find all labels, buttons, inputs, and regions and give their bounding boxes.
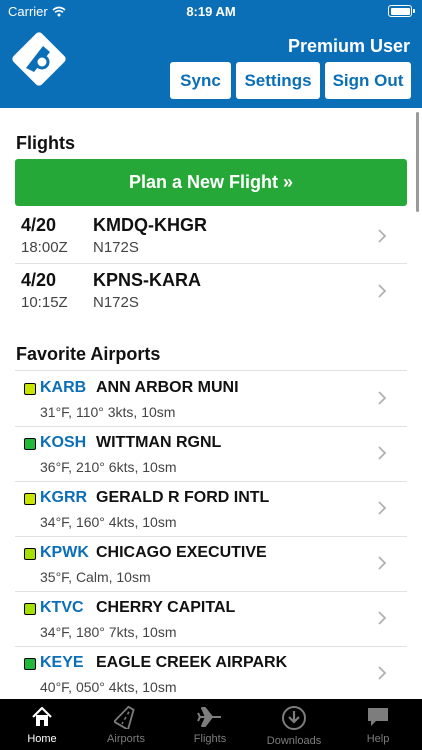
- airport-weather: 36°F, 210° 6kts, 10sm: [40, 459, 177, 475]
- airport-row[interactable]: KARB ANN ARBOR MUNI 31°F, 110° 3kts, 10s…: [15, 371, 407, 426]
- tab-label: Home: [27, 733, 57, 745]
- airport-code: KEYE: [40, 654, 84, 671]
- airport-row[interactable]: KPWK CHICAGO EXECUTIVE 35°F, Calm, 10sm: [15, 536, 407, 591]
- app-header: Premium User Sync Settings Sign Out: [0, 22, 422, 108]
- favorite-airports-section-title: Favorite Airports: [16, 344, 161, 364]
- user-label: Premium User: [287, 36, 410, 56]
- tab-airports[interactable]: Airports: [84, 699, 168, 750]
- airport-code: KOSH: [40, 434, 87, 451]
- chat-bubble-icon: [368, 708, 388, 726]
- app-logo: [12, 32, 66, 86]
- chevron-right-icon: [378, 391, 387, 405]
- tab-label: Airports: [107, 733, 145, 745]
- flight-route: KMDQ-KHGR: [93, 215, 207, 235]
- airport-code: KPWK: [40, 544, 89, 561]
- flight-date: 4/20: [21, 215, 57, 235]
- tab-downloads[interactable]: Downloads: [252, 699, 336, 750]
- flight-row[interactable]: 4/20 18:00Z KMDQ-KHGR N172S: [15, 208, 407, 263]
- flight-time: 10:15Z: [21, 294, 68, 311]
- flight-time: 18:00Z: [21, 239, 68, 256]
- airport-name: WITTMAN RGNL: [96, 434, 222, 451]
- chevron-right-icon: [378, 446, 387, 460]
- flights-section-title: Flights: [16, 133, 75, 153]
- airport-row[interactable]: KOSH WITTMAN RGNL 36°F, 210° 6kts, 10sm: [15, 426, 407, 481]
- airport-row[interactable]: KGRR GERALD R FORD INTL 34°F, 160° 4kts,…: [15, 481, 407, 536]
- status-bar: Carrier 8:19 AM: [0, 0, 422, 22]
- tab-label: Downloads: [266, 735, 322, 747]
- airport-name: ANN ARBOR MUNI: [96, 379, 239, 396]
- clock: 8:19 AM: [186, 4, 236, 19]
- main-content[interactable]: Flights Plan a New Flight » 4/20 18:00Z …: [0, 108, 422, 699]
- sync-button[interactable]: Sync: [170, 62, 231, 99]
- scrollbar[interactable]: [416, 112, 419, 212]
- flight-category-indicator: [24, 493, 36, 505]
- chevron-right-icon: [378, 556, 387, 570]
- airplane-icon: [197, 707, 221, 727]
- airport-code: KTVC: [40, 599, 84, 616]
- chevron-right-icon: [378, 284, 387, 298]
- airport-name: EAGLE CREEK AIRPARK: [96, 654, 288, 671]
- battery-icon: [388, 5, 415, 17]
- flight-category-indicator: [24, 548, 36, 560]
- airport-name: CHERRY CAPITAL: [96, 599, 236, 616]
- airport-row[interactable]: KTVC CHERRY CAPITAL 34°F, 180° 7kts, 10s…: [15, 591, 407, 646]
- home-icon: [32, 706, 52, 726]
- tab-flights[interactable]: Flights: [168, 699, 252, 750]
- flight-category-indicator: [24, 438, 36, 450]
- airport-weather: 34°F, 180° 7kts, 10sm: [40, 624, 177, 640]
- settings-button[interactable]: Settings: [236, 62, 320, 99]
- flight-tail-number: N172S: [93, 294, 139, 311]
- chevron-right-icon: [378, 611, 387, 625]
- tab-help[interactable]: Help: [336, 699, 420, 750]
- flight-category-indicator: [24, 383, 36, 395]
- flight-category-indicator: [24, 658, 36, 670]
- tab-label: Help: [366, 733, 390, 745]
- download-icon: [282, 706, 306, 730]
- tab-label: Flights: [193, 733, 227, 745]
- tab-home[interactable]: Home: [0, 699, 84, 750]
- airport-weather: 35°F, Calm, 10sm: [40, 569, 151, 585]
- flight-date: 4/20: [21, 270, 57, 290]
- chevron-right-icon: [378, 229, 387, 243]
- airport-weather: 31°F, 110° 3kts, 10sm: [40, 404, 176, 420]
- airport-name: GERALD R FORD INTL: [96, 489, 270, 506]
- airport-code: KGRR: [40, 489, 88, 506]
- tab-bar: Home Airports Flights Downloads Help: [0, 699, 422, 750]
- chevron-right-icon: [378, 666, 387, 680]
- airport-name: CHICAGO EXECUTIVE: [96, 544, 267, 561]
- plan-new-flight-button[interactable]: Plan a New Flight »: [15, 159, 407, 206]
- airport-code: KARB: [40, 379, 87, 396]
- flight-category-indicator: [24, 603, 36, 615]
- chevron-right-icon: [378, 501, 387, 515]
- flight-route: KPNS-KARA: [93, 270, 201, 290]
- sign-out-button[interactable]: Sign Out: [325, 62, 411, 99]
- flight-tail-number: N172S: [93, 239, 139, 256]
- airport-weather: 34°F, 160° 4kts, 10sm: [40, 514, 177, 530]
- runway-icon: [114, 705, 135, 729]
- airport-weather: 40°F, 050° 4kts, 10sm: [40, 679, 177, 695]
- airport-row[interactable]: KEYE EAGLE CREEK AIRPARK 40°F, 050° 4kts…: [15, 646, 407, 699]
- flight-row[interactable]: 4/20 10:15Z KPNS-KARA N172S: [15, 263, 407, 318]
